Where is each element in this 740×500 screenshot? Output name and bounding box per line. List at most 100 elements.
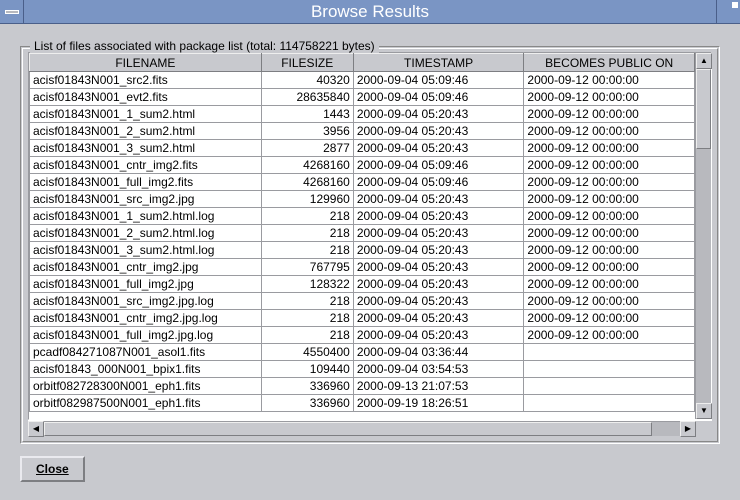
vertical-scroll-track[interactable] bbox=[696, 69, 711, 403]
cell-filename: acisf01843N001_cntr_img2.jpg.log bbox=[30, 310, 262, 327]
arrow-right-icon: ▶ bbox=[685, 425, 691, 433]
table-header-row: FILENAME FILESIZE TIMESTAMP BECOMES PUBL… bbox=[30, 54, 695, 72]
table-row[interactable]: orbitf082987500N001_eph1.fits3369602000-… bbox=[30, 395, 695, 412]
cell-filesize: 218 bbox=[261, 327, 353, 344]
file-table-viewport[interactable]: FILENAME FILESIZE TIMESTAMP BECOMES PUBL… bbox=[29, 53, 695, 419]
cell-public: 2000-09-12 00:00:00 bbox=[524, 123, 695, 140]
cell-filesize: 28635840 bbox=[261, 89, 353, 106]
table-row[interactable]: acisf01843N001_src2.fits403202000-09-04 … bbox=[30, 72, 695, 89]
cell-filename: acisf01843N001_cntr_img2.jpg bbox=[30, 259, 262, 276]
cell-filesize: 336960 bbox=[261, 395, 353, 412]
cell-filename: acisf01843N001_src_img2.jpg.log bbox=[30, 293, 262, 310]
cell-public: 2000-09-12 00:00:00 bbox=[524, 276, 695, 293]
table-row[interactable]: acisf01843N001_cntr_img2.jpg767795 2000-0… bbox=[30, 259, 695, 276]
cell-timestamp: 2000-09-04 05:09:46 bbox=[353, 89, 524, 106]
cell-public: 2000-09-12 00:00:00 bbox=[524, 157, 695, 174]
table-row[interactable]: acisf01843N001_src_img2.jpg.log2182000-0… bbox=[30, 293, 695, 310]
cell-timestamp: 2000-09-04 05:20:43 bbox=[353, 310, 524, 327]
cell-timestamp: 2000-09-04 05:20:43 bbox=[353, 293, 524, 310]
table-row[interactable]: acisf01843_000N001_bpix1.fits1094402000-… bbox=[30, 361, 695, 378]
table-row[interactable]: acisf01843N001_1_sum2.html.log2182000-09… bbox=[30, 208, 695, 225]
cell-timestamp: 2000-09-04 05:20:43 bbox=[353, 276, 524, 293]
table-row[interactable]: acisf01843N001_full_img2.jpg.log2182000-… bbox=[30, 327, 695, 344]
close-button[interactable]: Close bbox=[20, 456, 85, 482]
cell-public: 2000-09-12 00:00:00 bbox=[524, 72, 695, 89]
cell-public bbox=[524, 395, 695, 412]
arrow-left-icon: ◀ bbox=[33, 425, 39, 433]
cell-public: 2000-09-12 00:00:00 bbox=[524, 242, 695, 259]
cell-filename: pcadf084271087N001_asol1.fits bbox=[30, 344, 262, 361]
cell-filename: acisf01843N001_src2.fits bbox=[30, 72, 262, 89]
fieldset-legend: List of files associated with package li… bbox=[30, 39, 379, 53]
cell-public: 2000-09-12 00:00:00 bbox=[524, 208, 695, 225]
arrow-up-icon: ▲ bbox=[700, 57, 708, 65]
table-row[interactable]: acisf01843N001_cntr_img2.fits4268160 2000… bbox=[30, 157, 695, 174]
table-row[interactable]: acisf01843N001_3_sum2.html28772000-09-04… bbox=[30, 140, 695, 157]
cell-filesize: 218 bbox=[261, 208, 353, 225]
cell-timestamp: 2000-09-04 03:54:53 bbox=[353, 361, 524, 378]
table-row[interactable]: acisf01843N001_2_sum2.html.log2182000-09… bbox=[30, 225, 695, 242]
file-list-fieldset: List of files associated with package li… bbox=[20, 40, 720, 444]
table-row[interactable]: acisf01843N001_full_img2.fits42681602000… bbox=[30, 174, 695, 191]
horizontal-scroll-thumb[interactable] bbox=[44, 422, 652, 436]
cell-public: 2000-09-12 00:00:00 bbox=[524, 310, 695, 327]
window-title: Browse Results bbox=[24, 0, 716, 23]
browse-results-window: Browse Results List of files associated … bbox=[0, 0, 740, 500]
cell-filesize: 128322 bbox=[261, 276, 353, 293]
cell-public bbox=[524, 344, 695, 361]
cell-filesize: 2877 bbox=[261, 140, 353, 157]
window-maximize-button[interactable] bbox=[716, 0, 740, 23]
table-row[interactable]: orbitf082728300N001_eph1.fits3369602000-… bbox=[30, 378, 695, 395]
table-row[interactable]: acisf01843N001_evt2.fits286358402000-09-… bbox=[30, 89, 695, 106]
vertical-scroll-thumb[interactable] bbox=[696, 69, 711, 149]
vertical-scrollbar[interactable]: ▲ ▼ bbox=[695, 53, 711, 419]
cell-filename: orbitf082987500N001_eph1.fits bbox=[30, 395, 262, 412]
cell-filename: acisf01843N001_2_sum2.html.log bbox=[30, 225, 262, 242]
col-header-timestamp[interactable]: TIMESTAMP bbox=[353, 54, 524, 72]
scroll-right-button[interactable]: ▶ bbox=[680, 421, 696, 437]
window-menu-icon bbox=[5, 10, 19, 14]
window-menu-button[interactable] bbox=[0, 0, 24, 23]
horizontal-scrollbar[interactable]: ◀ ▶ bbox=[28, 420, 712, 436]
table-row[interactable]: acisf01843N001_2_sum2.html39562000-09-04… bbox=[30, 123, 695, 140]
cell-timestamp: 2000-09-04 03:36:44 bbox=[353, 344, 524, 361]
cell-filesize: 767795 bbox=[261, 259, 353, 276]
col-header-filename[interactable]: FILENAME bbox=[30, 54, 262, 72]
scroll-down-button[interactable]: ▼ bbox=[696, 403, 712, 419]
cell-public: 2000-09-12 00:00:00 bbox=[524, 106, 695, 123]
table-row[interactable]: acisf01843N001_3_sum2.html.log2182000-09… bbox=[30, 242, 695, 259]
cell-filesize: 129960 bbox=[261, 191, 353, 208]
cell-timestamp: 2000-09-04 05:20:43 bbox=[353, 191, 524, 208]
cell-filesize: 1443 bbox=[261, 106, 353, 123]
cell-timestamp: 2000-09-04 05:20:43 bbox=[353, 123, 524, 140]
table-row[interactable]: acisf01843N001_src_img2.jpg1299602000-09… bbox=[30, 191, 695, 208]
cell-filesize: 4268160 bbox=[261, 157, 353, 174]
col-header-filesize[interactable]: FILESIZE bbox=[261, 54, 353, 72]
scroll-left-button[interactable]: ◀ bbox=[28, 421, 44, 437]
cell-timestamp: 2000-09-04 05:20:43 bbox=[353, 225, 524, 242]
horizontal-scroll-track[interactable] bbox=[44, 421, 680, 436]
cell-timestamp: 2000-09-04 05:09:46 bbox=[353, 174, 524, 191]
col-header-public[interactable]: BECOMES PUBLIC ON bbox=[524, 54, 695, 72]
table-row[interactable]: acisf01843N001_cntr_img2.jpg.log2182000-… bbox=[30, 310, 695, 327]
table-row[interactable]: acisf01843N001_1_sum2.html14432000-09-04… bbox=[30, 106, 695, 123]
scroll-up-button[interactable]: ▲ bbox=[696, 53, 712, 69]
arrow-down-icon: ▼ bbox=[700, 407, 708, 415]
cell-public: 2000-09-12 00:00:00 bbox=[524, 191, 695, 208]
cell-filename: acisf01843N001_1_sum2.html bbox=[30, 106, 262, 123]
cell-filename: acisf01843N001_cntr_img2.fits bbox=[30, 157, 262, 174]
cell-public: 2000-09-12 00:00:00 bbox=[524, 174, 695, 191]
scrollbar-corner bbox=[696, 421, 712, 436]
table-row[interactable]: pcadf084271087N001_asol1.fits45504002000… bbox=[30, 344, 695, 361]
cell-timestamp: 2000-09-19 18:26:51 bbox=[353, 395, 524, 412]
cell-timestamp: 2000-09-04 05:20:43 bbox=[353, 106, 524, 123]
cell-public: 2000-09-12 00:00:00 bbox=[524, 327, 695, 344]
cell-timestamp: 2000-09-04 05:20:43 bbox=[353, 327, 524, 344]
cell-public: 2000-09-12 00:00:00 bbox=[524, 140, 695, 157]
maximize-icon bbox=[732, 2, 738, 8]
cell-public: 2000-09-12 00:00:00 bbox=[524, 259, 695, 276]
cell-filesize: 40320 bbox=[261, 72, 353, 89]
cell-filename: acisf01843_000N001_bpix1.fits bbox=[30, 361, 262, 378]
table-row[interactable]: acisf01843N001_full_img2.jpg1283222000-0… bbox=[30, 276, 695, 293]
cell-filename: acisf01843N001_2_sum2.html bbox=[30, 123, 262, 140]
